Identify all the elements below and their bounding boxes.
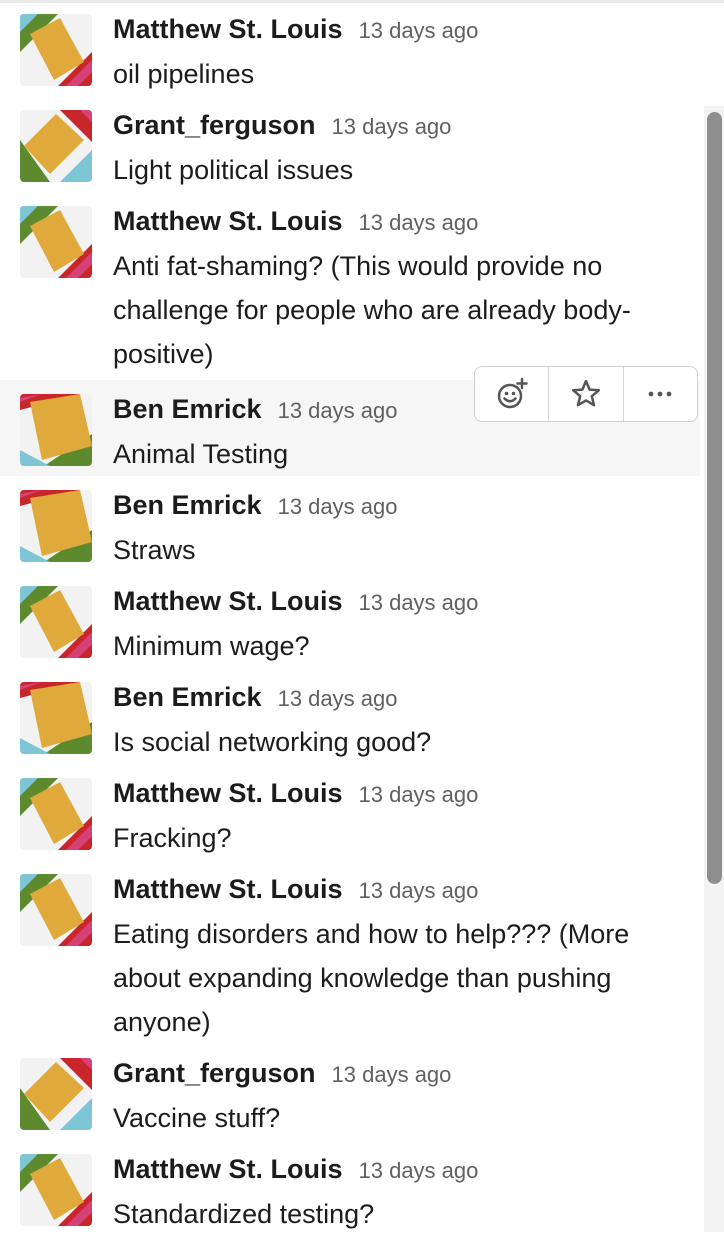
avatar-icon — [20, 874, 92, 946]
sender-name-text[interactable]: Matthew St. Louis — [113, 874, 343, 904]
avatar[interactable] — [20, 14, 92, 86]
timestamp[interactable]: 13 days ago — [332, 114, 452, 139]
message-text: Light political issues — [113, 148, 683, 192]
message-text: Vaccine stuff? — [113, 1096, 683, 1140]
message-text-line: Eating disorders and how to help??? (Mor… — [113, 919, 630, 949]
message-text: oil pipelines — [113, 52, 683, 96]
message-text: Fracking? — [113, 816, 683, 860]
timestamp[interactable]: 13 days ago — [359, 782, 479, 807]
timestamp[interactable]: 13 days ago — [359, 878, 479, 903]
message-text-line: anyone) — [113, 1007, 211, 1037]
message-row[interactable]: Matthew St. Louis 13 days ago Standardized… — [0, 1140, 700, 1236]
timestamp[interactable]: 13 days ago — [278, 686, 398, 711]
avatar[interactable] — [20, 394, 92, 466]
more-actions-icon — [648, 391, 672, 397]
timestamp[interactable]: 13 days ago — [332, 1062, 452, 1087]
avatar-icon — [20, 490, 92, 562]
message-text-line: Vaccine stuff? — [113, 1103, 281, 1133]
message-text: Standardized testing? — [113, 1192, 683, 1236]
sender-name-text[interactable]: Matthew St. Louis — [113, 586, 343, 616]
message-text: Animal Testing — [113, 432, 683, 476]
message-text-line: Fracking? — [113, 823, 232, 853]
message-row[interactable]: Ben Emrick 13 days ago Is social networkin… — [0, 668, 700, 764]
avatar-icon — [20, 1058, 92, 1130]
avatar[interactable] — [20, 206, 92, 278]
add-reaction-icon — [497, 377, 528, 409]
message-row[interactable]: Matthew St. Louis 13 days ago oil pipeline… — [0, 0, 700, 96]
avatar-icon — [20, 110, 92, 182]
sender-name[interactable]: Ben Emrick 13 days ago — [113, 396, 397, 423]
sender-name-text[interactable]: Matthew St. Louis — [113, 778, 343, 808]
message-text-line: challenge for people who are already bod… — [113, 295, 631, 325]
avatar[interactable] — [20, 1154, 92, 1226]
avatar-icon — [20, 586, 92, 658]
timestamp[interactable]: 13 days ago — [278, 398, 398, 423]
sender-name-text[interactable]: Ben Emrick — [113, 490, 262, 520]
sender-name[interactable]: Grant_ferguson 13 days ago — [113, 112, 451, 139]
message-text-line: oil pipelines — [113, 59, 255, 89]
message-text: Straws — [113, 528, 683, 572]
avatar[interactable] — [20, 490, 92, 562]
sender-name[interactable]: Matthew St. Louis 13 days ago — [113, 876, 478, 903]
avatar[interactable] — [20, 110, 92, 182]
scrollbar-thumb[interactable] — [707, 112, 722, 884]
message-row[interactable]: Ben Emrick 13 days ago Straws — [0, 476, 700, 572]
sender-name-text[interactable]: Matthew St. Louis — [113, 206, 343, 236]
message-text-line: Animal Testing — [113, 439, 289, 469]
sender-name[interactable]: Matthew St. Louis 13 days ago — [113, 780, 478, 807]
message-text-line: Minimum wage? — [113, 631, 310, 661]
sender-name-text[interactable]: Matthew St. Louis — [113, 14, 343, 44]
message-text-line: Standardized testing? — [113, 1199, 375, 1229]
sender-name-text[interactable]: Ben Emrick — [113, 394, 262, 424]
sender-name-text[interactable]: Grant_ferguson — [113, 1058, 316, 1088]
sender-name[interactable]: Matthew St. Louis 13 days ago — [113, 208, 478, 235]
timestamp[interactable]: 13 days ago — [359, 590, 479, 615]
avatar-icon — [20, 14, 92, 86]
message-text: Anti fat-shaming? (This would provide no… — [113, 244, 683, 376]
avatar-icon — [20, 206, 92, 278]
sender-name[interactable]: Ben Emrick 13 days ago — [113, 492, 397, 519]
sender-name-text[interactable]: Matthew St. Louis — [113, 1154, 343, 1184]
message-text: Minimum wage? — [113, 624, 683, 668]
message-row[interactable]: Grant_ferguson 13 days ago Vaccine stuff? — [0, 1044, 700, 1140]
timestamp[interactable]: 13 days ago — [359, 18, 479, 43]
sender-name-text[interactable]: Grant_ferguson — [113, 110, 316, 140]
message-row[interactable]: Matthew St. Louis 13 days ago Eating disor… — [0, 860, 700, 1044]
message-text: Eating disorders and how to help??? (Mor… — [113, 912, 683, 1044]
avatar[interactable] — [20, 778, 92, 850]
timestamp[interactable]: 13 days ago — [278, 494, 398, 519]
sender-name[interactable]: Matthew St. Louis 13 days ago — [113, 1156, 478, 1183]
sender-name[interactable]: Matthew St. Louis 13 days ago — [113, 16, 478, 43]
message-text-line: Anti fat-shaming? (This would provide no — [113, 251, 603, 281]
message-text-line: Light political issues — [113, 155, 354, 185]
avatar-icon — [20, 1154, 92, 1226]
sender-name[interactable]: Grant_ferguson 13 days ago — [113, 1060, 451, 1087]
avatar-icon — [20, 778, 92, 850]
avatar-icon — [20, 394, 92, 466]
message-text: Is social networking good? — [113, 720, 683, 764]
sender-name[interactable]: Matthew St. Louis 13 days ago — [113, 588, 478, 615]
message-actions-toolbar — [474, 366, 698, 422]
star-button[interactable] — [548, 367, 622, 421]
timestamp[interactable]: 13 days ago — [359, 1158, 479, 1183]
more-actions-button[interactable] — [622, 367, 697, 421]
message-row[interactable]: Matthew St. Louis 13 days ago Fracking? — [0, 764, 700, 860]
sender-name[interactable]: Ben Emrick 13 days ago — [113, 684, 397, 711]
message-text-line: Straws — [113, 535, 196, 565]
message-row[interactable]: Matthew St. Louis 13 days ago Minimum wage… — [0, 572, 700, 668]
message-text-line: Is social networking good? — [113, 727, 432, 757]
avatar[interactable] — [20, 1058, 92, 1130]
message-text-line: about expanding knowledge than pushing — [113, 963, 612, 993]
add-reaction-button[interactable] — [475, 367, 548, 421]
star-icon — [571, 379, 601, 407]
message-row[interactable]: Grant_ferguson 13 days ago Light political… — [0, 96, 700, 192]
avatar[interactable] — [20, 682, 92, 754]
avatar-icon — [20, 682, 92, 754]
avatar[interactable] — [20, 586, 92, 658]
timestamp[interactable]: 13 days ago — [359, 210, 479, 235]
message-row[interactable]: Matthew St. Louis 13 days ago Anti fat-sha… — [0, 192, 700, 380]
sender-name-text[interactable]: Ben Emrick — [113, 682, 262, 712]
avatar[interactable] — [20, 874, 92, 946]
